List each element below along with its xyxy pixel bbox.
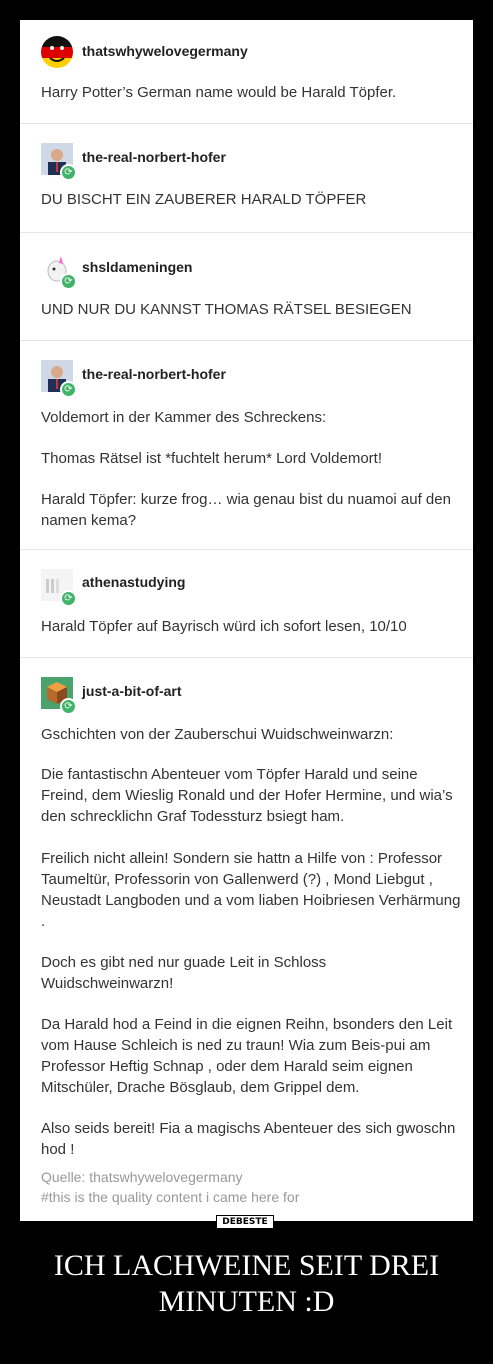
post-tags[interactable]: #this is the quality content i came here… <box>41 1189 299 1205</box>
post: ⟳ the-real-norbert-hofer DU BISCHT EIN Z… <box>20 123 473 233</box>
post: ⟳ athenastudying Harald Töpfer auf Bayri… <box>20 549 473 658</box>
post-text: Harry Potter’s German name would be Hara… <box>41 84 397 101</box>
flag-avatar[interactable] <box>41 36 73 68</box>
source-link[interactable]: Quelle: thatswhywelovegermany <box>41 1169 243 1185</box>
username[interactable]: thatswhywelovegermany <box>82 43 248 59</box>
watermark-logo: DEBESTE <box>216 1215 274 1229</box>
post-text: Thomas Rätsel ist *fuchtelt herum* Lord … <box>41 450 382 467</box>
reblog-icon: ⟳ <box>60 698 77 715</box>
post-text: UND NUR DU KANNST THOMAS RÄTSEL BESIEGEN <box>41 301 412 318</box>
reblog-icon: ⟳ <box>60 164 77 181</box>
post-text: Voldemort in der Kammer des Schreckens: <box>41 409 327 426</box>
post-text: Doch es gibt ned nur guade Leit in Schlo… <box>41 954 327 992</box>
reblog-icon: ⟳ <box>60 273 77 290</box>
post: ⟳ the-real-norbert-hofer Voldemort in de… <box>20 340 473 550</box>
post-thread: thatswhywelovegermany Harry Potter’s Ger… <box>20 20 473 1221</box>
post-text: Harald Töpfer auf Bayrisch würd ich sofo… <box>41 618 407 635</box>
post-text: Die fantastischn Abenteuer vom Töpfer Ha… <box>41 766 453 825</box>
reblog-icon: ⟳ <box>60 590 77 607</box>
post: thatswhywelovegermany Harry Potter’s Ger… <box>20 20 473 124</box>
username[interactable]: just-a-bit-of-art <box>82 683 182 699</box>
post-text: Freilich nicht allein! Sondern sie hattn… <box>41 850 461 930</box>
username[interactable]: athenastudying <box>82 574 185 590</box>
username[interactable]: the-real-norbert-hofer <box>82 366 226 382</box>
post-text: Also seids bereit! Fia a magischs Abente… <box>41 1120 456 1158</box>
post: ⟳ shsldameningen UND NUR DU KANNST THOMA… <box>20 232 473 341</box>
post-text: Harald Töpfer: kurze frog… wia genau bis… <box>41 491 451 529</box>
post-text: DU BISCHT EIN ZAUBERER HARALD TÖPFER <box>41 191 367 208</box>
post: ⟳ just-a-bit-of-art Gschichten von der Z… <box>20 657 473 1221</box>
post-text: Da Harald hod a Feind in die eignen Reih… <box>41 1016 453 1096</box>
reblog-icon: ⟳ <box>60 381 77 398</box>
post-text: Gschichten von der Zauberschui Wuidschwe… <box>41 726 394 743</box>
username[interactable]: shsldameningen <box>82 259 192 275</box>
caption-line: ICH LACHWEINE SEIT DREI <box>53 1249 440 1282</box>
caption-line: MINUTEN :D <box>158 1285 335 1318</box>
meme-caption: ICH LACHWEINE SEIT DREI MINUTEN :D <box>0 1248 493 1320</box>
username[interactable]: the-real-norbert-hofer <box>82 149 226 165</box>
